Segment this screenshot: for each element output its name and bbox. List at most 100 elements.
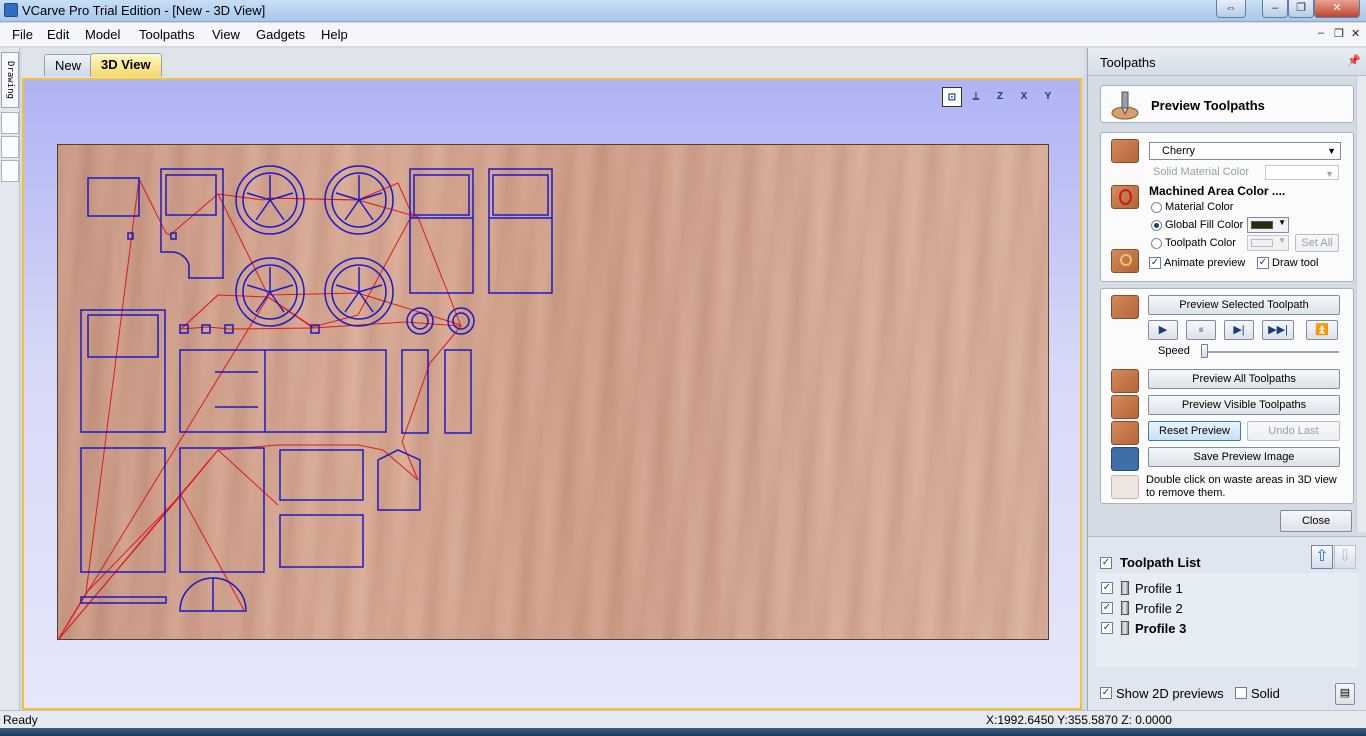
mdi-restore-button[interactable]: ❐ xyxy=(1334,27,1344,40)
iso-view-icon[interactable]: ⟂ xyxy=(966,87,986,107)
radio-toolpath-color-label: Toolpath Color xyxy=(1165,237,1236,249)
play-button[interactable]: ▶ xyxy=(1148,320,1178,340)
menu-toolpaths[interactable]: Toolpaths xyxy=(139,27,195,42)
menu-help[interactable]: Help xyxy=(321,27,348,42)
material-card: Cherry ▼ Solid Material Color ▼ Machined … xyxy=(1100,132,1354,282)
toolpath-checkbox[interactable]: ✓ xyxy=(1101,622,1113,634)
preview-selected-toolpath-button[interactable]: Preview Selected Toolpath xyxy=(1148,295,1340,315)
toolpath-list-all-checkbox[interactable]: ✓ xyxy=(1100,557,1112,569)
tab-new[interactable]: New xyxy=(44,54,93,76)
global-fill-color-picker[interactable]: ▼ xyxy=(1247,217,1289,233)
move-up-button[interactable]: ⇧ xyxy=(1311,545,1333,569)
close-window-button[interactable]: ✕ xyxy=(1314,0,1360,18)
preview-selected-icon xyxy=(1111,295,1139,319)
menu-file[interactable]: File xyxy=(12,27,33,42)
reset-preview-button[interactable]: Reset Preview xyxy=(1148,421,1241,441)
move-down-button: ⇩ xyxy=(1334,545,1356,569)
radio-material-color[interactable] xyxy=(1151,202,1162,213)
menu-bar: File Edit Model Toolpaths View Gadgets H… xyxy=(0,23,1366,47)
maximize-button[interactable]: ❐ xyxy=(1288,0,1314,18)
show-2d-previews-label: Show 2D previews xyxy=(1116,686,1224,701)
toolpath-summary-icon[interactable]: ▤ xyxy=(1335,683,1355,705)
profile-toolpaths xyxy=(80,165,553,612)
preview-all-toolpaths-button[interactable]: Preview All Toolpaths xyxy=(1148,369,1340,389)
title-bar: VCarve Pro Trial Edition - [New - 3D Vie… xyxy=(0,0,1366,22)
dock-tab-stub[interactable] xyxy=(1,136,19,158)
preview-title-card: Preview Toolpaths xyxy=(1100,85,1354,123)
dock-tab-stub[interactable] xyxy=(1,112,19,134)
solid-label: Solid xyxy=(1251,686,1280,701)
animate-preview-checkbox[interactable]: ✓ xyxy=(1149,257,1161,269)
end-mill-icon xyxy=(1121,581,1129,595)
rapid-moves xyxy=(58,177,463,641)
drawing-tab[interactable]: Drawing xyxy=(1,52,19,108)
tab-3d-view[interactable]: 3D View xyxy=(90,53,162,77)
dock-tab-stub[interactable] xyxy=(1,160,19,182)
waste-area-hint-icon xyxy=(1111,475,1139,499)
zoom-extents-icon[interactable]: ⊡ xyxy=(942,87,962,107)
pin-icon[interactable]: 📌 xyxy=(1347,54,1361,67)
menu-model[interactable]: Model xyxy=(85,27,120,42)
toolpath-list-panel: ✓ Toolpath List ⇧ ⇩ ✓ Profile 1 ✓ Profil… xyxy=(1088,536,1366,710)
y-view-icon[interactable]: Y xyxy=(1038,87,1058,107)
menu-edit[interactable]: Edit xyxy=(47,27,69,42)
radio-global-fill-color-label: Global Fill Color xyxy=(1165,219,1244,231)
draw-tool-checkbox[interactable]: ✓ xyxy=(1257,257,1269,269)
preview-visible-toolpaths-button[interactable]: Preview Visible Toolpaths xyxy=(1148,395,1340,415)
material-block xyxy=(57,144,1049,641)
animate-icon xyxy=(1111,249,1139,273)
step-button[interactable]: ▶| xyxy=(1224,320,1254,340)
skip-to-end-button[interactable]: ▶▶| xyxy=(1262,320,1294,340)
panel-title: Toolpaths xyxy=(1100,55,1156,70)
toolpath-color-swatch xyxy=(1251,239,1273,247)
document-tabs: New 3D View xyxy=(22,48,1084,78)
machined-area-label: Machined Area Color .... xyxy=(1149,184,1286,198)
toolpath-checkbox[interactable]: ✓ xyxy=(1101,582,1113,594)
view-toolbar: ⊡ ⟂ Z X Y xyxy=(942,87,1062,109)
toolpaths-panel: Toolpaths 📌 Preview Toolpaths Cherry ▼ So… xyxy=(1087,48,1366,710)
draw-tool-label: Draw tool xyxy=(1272,257,1319,269)
solid-checkbox[interactable] xyxy=(1235,687,1247,699)
save-preview-image-button[interactable]: Save Preview Image xyxy=(1148,447,1340,467)
x-view-icon[interactable]: X xyxy=(1014,87,1034,107)
list-item[interactable]: ✓ Profile 2 xyxy=(1096,601,1296,617)
status-bar: Ready X:1992.6450 Y:355.5870 Z: 0.0000 xyxy=(0,710,1366,728)
restore-switch-button[interactable]: ⇔ xyxy=(1216,0,1246,18)
panel-header: Toolpaths 📌 xyxy=(1088,48,1366,76)
solid-material-color-select: ▼ xyxy=(1265,165,1339,180)
3d-view[interactable]: ⊡ ⟂ Z X Y xyxy=(22,78,1082,710)
save-disk-icon xyxy=(1111,447,1139,471)
mdi-minimize-button[interactable]: – xyxy=(1318,27,1324,39)
panel-scrollbar[interactable] xyxy=(1356,76,1366,532)
material-icon xyxy=(1111,139,1139,163)
preview-toolpaths-title: Preview Toolpaths xyxy=(1151,98,1265,113)
cursor-coordinates: X:1992.6450 Y:355.5870 Z: 0.0000 xyxy=(986,713,1172,727)
close-button[interactable]: Close xyxy=(1280,510,1352,532)
speed-slider[interactable] xyxy=(1201,344,1208,358)
list-item[interactable]: ✓ Profile 1 xyxy=(1096,581,1296,597)
menu-gadgets[interactable]: Gadgets xyxy=(256,27,305,42)
speed-label: Speed xyxy=(1158,345,1190,357)
toolpath-label: Profile 1 xyxy=(1135,581,1183,596)
toolpath-checkbox[interactable]: ✓ xyxy=(1101,602,1113,614)
toolpath-label: Profile 3 xyxy=(1135,621,1187,636)
radio-global-fill-color[interactable] xyxy=(1151,220,1162,231)
taskbar xyxy=(0,728,1366,736)
machined-area-icon xyxy=(1111,185,1139,209)
z-view-icon[interactable]: Z xyxy=(990,87,1010,107)
list-item[interactable]: ✓ Profile 3 xyxy=(1096,621,1296,637)
mdi-close-button[interactable]: ✕ xyxy=(1351,27,1360,40)
menu-view[interactable]: View xyxy=(212,27,240,42)
animate-preview-label: Animate preview xyxy=(1164,257,1246,269)
go-to-top-button[interactable]: ⏫ xyxy=(1306,320,1338,340)
preview-visible-icon xyxy=(1111,395,1139,419)
app-icon xyxy=(4,3,18,17)
speed-track xyxy=(1201,351,1339,353)
minimize-button[interactable]: – xyxy=(1262,0,1288,18)
pause-button[interactable]: ⏸ xyxy=(1186,320,1216,340)
radio-toolpath-color[interactable] xyxy=(1151,238,1162,249)
material-select[interactable]: Cherry ▼ xyxy=(1149,142,1341,160)
solid-material-color-label: Solid Material Color xyxy=(1153,166,1249,178)
end-mill-icon xyxy=(1121,621,1129,635)
show-2d-previews-checkbox[interactable]: ✓ xyxy=(1100,687,1112,699)
